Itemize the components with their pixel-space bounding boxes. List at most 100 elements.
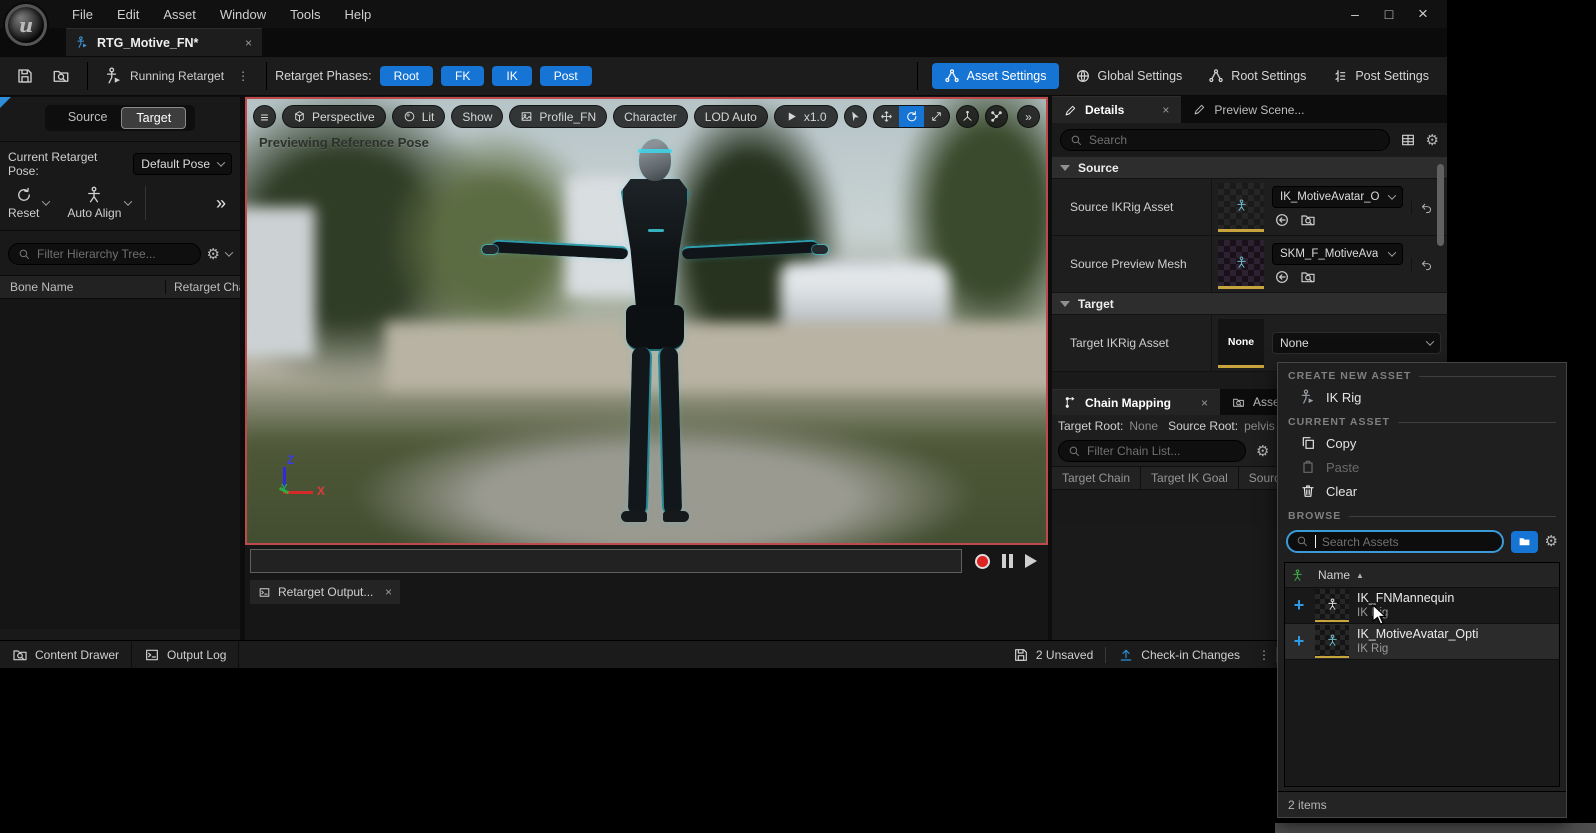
menu-tools[interactable]: Tools	[280, 3, 330, 26]
use-selected-icon[interactable]	[1274, 269, 1290, 285]
details-settings-gear-icon[interactable]: ⚙	[1426, 133, 1439, 148]
perspective-button[interactable]: Perspective	[282, 105, 386, 128]
menu-asset[interactable]: Asset	[153, 3, 206, 26]
move-tool-button[interactable]	[874, 105, 899, 128]
browse-to-asset-icon[interactable]	[1300, 212, 1316, 228]
menu-edit[interactable]: Edit	[107, 3, 149, 26]
asset-row-ik-fnmannequin[interactable]: + IK_FNMannequin IK Rig	[1285, 588, 1559, 624]
chevron-down-icon[interactable]	[42, 197, 50, 205]
menu-window[interactable]: Window	[210, 3, 276, 26]
show-button[interactable]: Show	[451, 105, 503, 128]
details-scrollbar[interactable]	[1437, 164, 1444, 246]
close-icon[interactable]: ×	[1201, 396, 1208, 410]
copy-menu-item[interactable]: Copy	[1278, 431, 1566, 455]
viewport[interactable]: ≡ Perspective Lit Show Profile_FN	[245, 97, 1048, 545]
chevron-down-icon[interactable]	[124, 197, 132, 205]
chain-filter-box[interactable]	[1058, 440, 1246, 462]
snap-button[interactable]	[985, 105, 1008, 128]
source-mesh-thumbnail[interactable]	[1218, 240, 1264, 289]
select-tool-button[interactable]	[844, 105, 867, 128]
menu-help[interactable]: Help	[334, 3, 381, 26]
output-log-button[interactable]: Output Log	[132, 641, 239, 668]
source-mesh-select[interactable]: SKM_F_MotiveAva	[1272, 243, 1403, 265]
hierarchy-filter-box[interactable]	[8, 243, 201, 265]
gizmo-coord-button[interactable]	[956, 105, 979, 128]
target-section-header[interactable]: Target	[1052, 293, 1447, 315]
tab-source[interactable]: Source	[54, 107, 122, 129]
add-icon[interactable]: +	[1291, 595, 1307, 616]
asset-search-box[interactable]	[1286, 530, 1504, 553]
target-ikrig-select[interactable]: None	[1272, 332, 1441, 354]
asset-search-input[interactable]	[1322, 535, 1494, 549]
unsaved-button[interactable]: 2 Unsaved	[1001, 641, 1105, 668]
expand-toolbar-icon[interactable]: »	[216, 193, 226, 214]
close-icon[interactable]: ×	[1162, 103, 1169, 117]
reset-button[interactable]: Reset	[8, 186, 39, 220]
more-options-icon[interactable]: ⋮	[237, 69, 249, 83]
play-button[interactable]	[1025, 554, 1037, 568]
running-retarget-button[interactable]: Running Retarget ⋮	[96, 57, 258, 95]
phase-post-button[interactable]: Post	[540, 66, 592, 86]
retarget-output-tab[interactable]: Retarget Output... ×	[250, 580, 400, 604]
preview-character[interactable]	[490, 133, 820, 533]
browse-folder-button[interactable]	[1511, 531, 1538, 553]
picker-settings-gear-icon[interactable]: ⚙	[1545, 534, 1558, 549]
doc-tab-close-icon[interactable]: ×	[245, 36, 252, 50]
tab-preview-scene[interactable]: Preview Scene...	[1181, 96, 1316, 123]
pause-button[interactable]	[1002, 554, 1013, 568]
minimize-icon[interactable]: –	[1345, 6, 1365, 22]
chain-filter-input[interactable]	[1087, 444, 1236, 458]
menu-file[interactable]: File	[62, 3, 103, 26]
sort-ascending-icon[interactable]: ▲	[1356, 571, 1364, 580]
tab-details[interactable]: Details ×	[1052, 96, 1181, 123]
add-icon[interactable]: +	[1291, 631, 1307, 652]
chevron-down-icon[interactable]	[225, 248, 233, 256]
asset-settings-button[interactable]: Asset Settings	[932, 63, 1059, 89]
table-view-icon[interactable]	[1400, 132, 1416, 148]
tab-chain-mapping[interactable]: Chain Mapping ×	[1052, 389, 1220, 415]
global-settings-button[interactable]: Global Settings	[1065, 63, 1193, 89]
column-bone-name[interactable]: Bone Name	[0, 280, 165, 294]
phase-root-button[interactable]: Root	[380, 66, 433, 86]
tab-target[interactable]: Target	[121, 107, 186, 129]
column-target-ik-goal[interactable]: Target IK Goal	[1141, 467, 1239, 489]
auto-align-button[interactable]: Auto Align	[67, 186, 121, 220]
record-button[interactable]	[975, 554, 990, 569]
profile-button[interactable]: Profile_FN	[509, 105, 607, 128]
lod-button[interactable]: LOD Auto	[694, 105, 768, 128]
checkin-changes-button[interactable]: Check-in Changes	[1106, 641, 1252, 668]
filter-settings-gear-icon[interactable]: ⚙	[207, 247, 220, 262]
scale-tool-button[interactable]	[924, 105, 949, 128]
content-drawer-button[interactable]: Content Drawer	[0, 641, 132, 668]
target-ikrig-thumbnail[interactable]: None	[1218, 319, 1264, 368]
character-menu-button[interactable]: Character	[613, 105, 688, 128]
details-search-box[interactable]	[1060, 129, 1390, 151]
use-selected-icon[interactable]	[1274, 212, 1290, 228]
skeleton-filter-icon[interactable]	[1291, 569, 1304, 582]
close-icon[interactable]: ×	[1413, 4, 1433, 24]
ik-rig-menu-item[interactable]: IK Rig	[1278, 385, 1566, 409]
asset-row-ik-motiveavatar-opti[interactable]: + IK_MotiveAvatar_Opti IK Rig	[1285, 624, 1559, 660]
viewport-expand-button[interactable]: »	[1017, 105, 1040, 128]
lit-button[interactable]: Lit	[392, 105, 446, 128]
details-search-input[interactable]	[1089, 133, 1380, 147]
browse-button[interactable]	[43, 57, 79, 95]
maximize-icon[interactable]: □	[1379, 6, 1399, 22]
rotate-tool-button[interactable]	[899, 105, 924, 128]
name-column[interactable]: Name	[1318, 568, 1350, 582]
source-ikrig-thumbnail[interactable]	[1218, 183, 1264, 232]
clear-menu-item[interactable]: Clear	[1278, 479, 1566, 503]
root-settings-button[interactable]: Root Settings	[1198, 63, 1316, 89]
viewport-menu-button[interactable]: ≡	[253, 105, 276, 128]
phase-ik-button[interactable]: IK	[492, 66, 531, 86]
phase-fk-button[interactable]: FK	[441, 66, 484, 86]
save-button[interactable]	[0, 57, 43, 95]
more-options-icon[interactable]: ⋮	[1252, 648, 1276, 662]
source-section-header[interactable]: Source	[1052, 157, 1447, 179]
playback-speed-button[interactable]: x1.0	[774, 105, 838, 128]
chain-settings-gear-icon[interactable]: ⚙	[1256, 444, 1269, 459]
hierarchy-filter-input[interactable]	[37, 247, 191, 261]
browse-to-asset-icon[interactable]	[1300, 269, 1316, 285]
column-retarget-chain[interactable]: Retarget Chain	[165, 280, 240, 294]
post-settings-button[interactable]: Post Settings	[1322, 63, 1439, 89]
